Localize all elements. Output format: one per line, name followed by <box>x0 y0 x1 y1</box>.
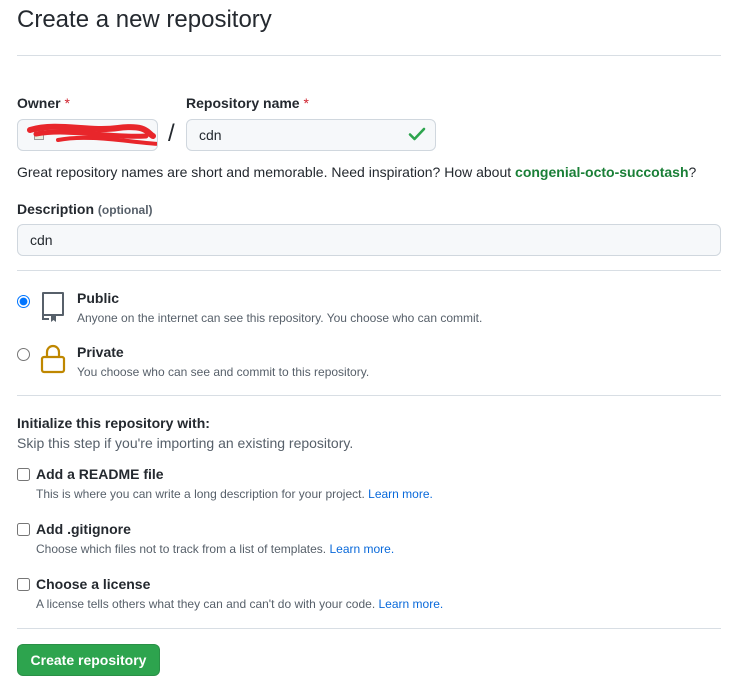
gitignore-checkbox[interactable] <box>17 523 30 536</box>
create-repository-button[interactable]: Create repository <box>17 644 160 676</box>
license-learn-more-link[interactable]: Learn more. <box>379 597 444 611</box>
repository-name-label: Repository name * <box>186 95 309 111</box>
description-input[interactable] <box>17 224 721 256</box>
repository-name-input[interactable] <box>186 119 436 151</box>
license-checkbox[interactable] <box>17 578 30 591</box>
owner-label: Owner * <box>17 95 70 111</box>
initialize-divider <box>17 628 721 629</box>
initialize-title: Initialize this repository with: <box>17 415 210 431</box>
gitignore-description: Choose which files not to track from a l… <box>36 542 395 556</box>
page-title: Create a new repository <box>17 6 272 33</box>
owner-required-marker: * <box>64 95 70 111</box>
visibility-public-radio[interactable] <box>17 295 30 308</box>
readme-learn-more-link[interactable]: Learn more. <box>368 487 433 501</box>
owner-select[interactable] <box>17 119 158 151</box>
optional-tag: (optional) <box>97 203 153 217</box>
repo-required-marker: * <box>303 95 309 111</box>
initialize-subtitle: Skip this step if you're importing an ex… <box>17 435 354 451</box>
visibility-public-label: Public <box>77 290 120 306</box>
visibility-private-radio[interactable] <box>17 348 30 361</box>
visibility-public-description: Anyone on the internet can see this repo… <box>77 311 483 325</box>
readme-checkbox[interactable] <box>17 468 30 481</box>
lock-icon <box>40 344 66 374</box>
readme-label: Add a README file <box>36 466 164 482</box>
license-description: A license tells others what they can and… <box>36 597 444 611</box>
gitignore-learn-more-link[interactable]: Learn more. <box>329 542 394 556</box>
owner-repo-separator: / <box>168 120 175 147</box>
description-divider <box>17 270 721 271</box>
check-icon <box>408 127 426 141</box>
repository-name-hint: Great repository names are short and mem… <box>17 164 697 180</box>
license-label: Choose a license <box>36 576 151 592</box>
repo-icon <box>42 292 64 322</box>
title-divider <box>17 55 721 56</box>
redaction-scribble <box>27 123 157 146</box>
visibility-private-label: Private <box>77 344 124 360</box>
name-suggestion-link[interactable]: congenial-octo-succotash <box>515 164 688 180</box>
visibility-divider <box>17 395 721 396</box>
gitignore-label: Add .gitignore <box>36 521 131 537</box>
readme-description: This is where you can write a long descr… <box>36 487 433 501</box>
description-label: Description (optional) <box>17 201 153 217</box>
visibility-private-description: You choose who can see and commit to thi… <box>77 365 370 379</box>
